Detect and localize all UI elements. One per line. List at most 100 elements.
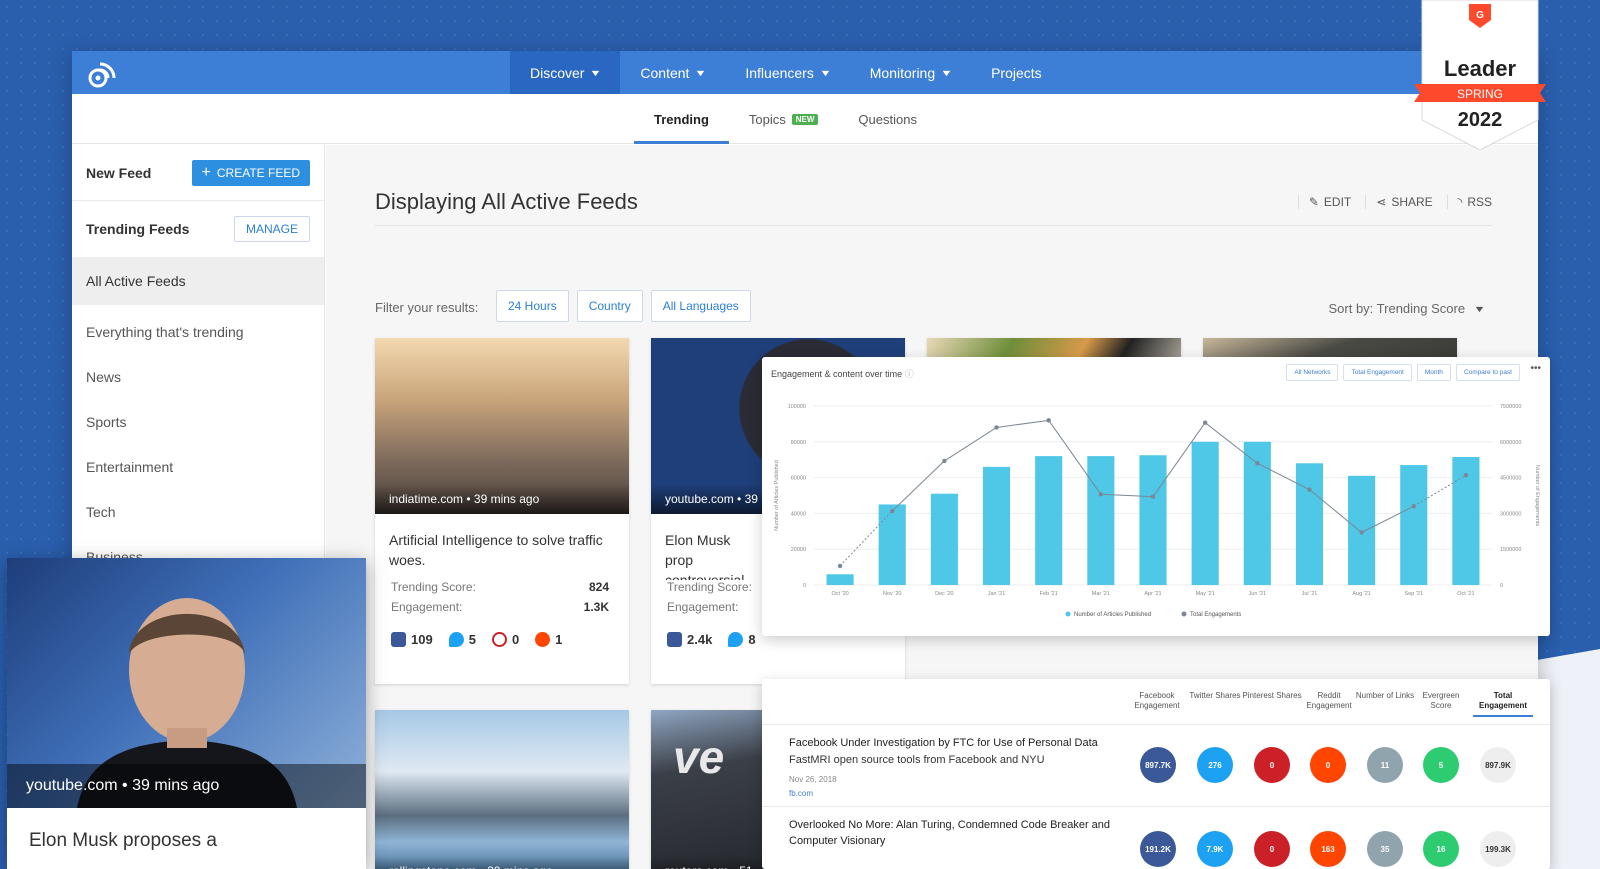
- x-tick-label: Oct '21: [1457, 591, 1474, 597]
- y2-tick-label: 4500000: [1500, 476, 1521, 482]
- sidebar-item-everything-trending[interactable]: Everything that's trending: [72, 309, 324, 354]
- trending-feeds-label: Trending Feeds: [86, 221, 190, 237]
- pinterest-count: 0: [511, 632, 520, 647]
- engagement-chart: 0 20000 40000 60000 80000 100000 0 1500000 30000…: [774, 404, 1540, 618]
- trending-score-row: Trending Score: 824: [375, 580, 629, 600]
- filter-language-button[interactable]: All Languages: [650, 290, 751, 322]
- engagement-chart-panel: Engagement & content over time ⓘ All Net…: [762, 357, 1550, 636]
- x-tick-label: Oct '20: [831, 591, 848, 597]
- y-tick-label: 80000: [791, 440, 806, 446]
- chevron-down-icon: ▼: [1473, 303, 1486, 314]
- nav-content[interactable]: Content ▼: [620, 51, 725, 94]
- page-actions: ✎ EDIT ⋖ SHARE ◝ RSS: [1297, 195, 1492, 209]
- sub-navigation: Trending Topics NEW Questions: [72, 94, 1538, 144]
- sidebar-item-tech[interactable]: Tech: [72, 489, 324, 534]
- table-row[interactable]: Overlooked No More: Alan Turing, Condemn…: [762, 806, 1550, 869]
- reddit-count: 1: [555, 632, 563, 647]
- x-tick-label: Aug '21: [1352, 591, 1370, 597]
- line-point: [1307, 487, 1312, 492]
- tab-questions[interactable]: Questions: [838, 94, 937, 144]
- reddit-engagement-value: 0: [1310, 747, 1346, 783]
- header-total-engagement[interactable]: Total Engagement: [1473, 691, 1533, 717]
- x-tick-label: Jun '21: [1249, 591, 1267, 597]
- y2-tick-label: 3000000: [1500, 511, 1521, 517]
- nav-projects[interactable]: Projects: [971, 51, 1062, 94]
- y2-tick-label: 1500000: [1500, 547, 1521, 553]
- header-evergreen-score[interactable]: Evergreen Score: [1411, 691, 1471, 711]
- create-feed-button[interactable]: + CREATE FEED: [191, 159, 310, 186]
- line-point: [994, 425, 999, 430]
- share-button[interactable]: ⋖ SHARE: [1365, 195, 1433, 209]
- create-feed-label: CREATE FEED: [216, 165, 300, 180]
- facebook-icon: [667, 632, 682, 647]
- evergreen-value: 16: [1423, 831, 1459, 867]
- header-reddit-engagement[interactable]: Reddit Engagement: [1299, 691, 1359, 711]
- reddit-engagement-value: 163: [1310, 831, 1346, 867]
- tab-trending[interactable]: Trending: [634, 94, 729, 144]
- social-counts: 109 5 0 1: [375, 620, 629, 659]
- evergreen-value: 5: [1423, 747, 1459, 783]
- line-point: [1150, 494, 1156, 499]
- card-title[interactable]: Artificial Intelligence to solve traffic…: [375, 514, 629, 580]
- row-title[interactable]: Overlooked No More: Alan Turing, Condemn…: [789, 817, 1119, 849]
- tab-topics[interactable]: Topics NEW: [729, 94, 839, 144]
- line-point: [1463, 473, 1469, 478]
- row-title[interactable]: Facebook Under Investigation by FTC for …: [789, 735, 1119, 751]
- main-nav: Discover ▼ Content ▼ Influencers ▼ Monitori…: [510, 51, 1062, 94]
- card-title[interactable]: Elon Musk prop controversial pl spacefli…: [651, 514, 771, 580]
- table-row[interactable]: Facebook Under Investigation by FTC for …: [762, 724, 1550, 806]
- card-title[interactable]: Elon Musk proposes a: [29, 830, 217, 852]
- manage-button[interactable]: MANAGE: [233, 216, 310, 242]
- sidebar-item-sports[interactable]: Sports: [72, 399, 324, 444]
- sidebar-item-all-active-feeds[interactable]: All Active Feeds: [72, 257, 324, 305]
- feed-card[interactable]: rollingstone.com • 39 mins ago: [375, 710, 629, 869]
- facebook-icon: [391, 632, 406, 647]
- rss-logo-icon[interactable]: [86, 58, 118, 88]
- rss-button[interactable]: ◝ RSS: [1446, 195, 1492, 209]
- links-value: 35: [1367, 831, 1403, 867]
- y-tick-label: 60000: [791, 476, 806, 482]
- sort-dropdown[interactable]: Sort by: Trending Score ▼: [1328, 301, 1486, 316]
- twitter-shares-value: 276: [1197, 747, 1233, 783]
- chart-bar: [1035, 456, 1063, 585]
- header-facebook-engagement[interactable]: Facebook Engagement: [1127, 691, 1187, 711]
- facebook-count: 109: [411, 632, 433, 647]
- row-link[interactable]: fb.com: [789, 789, 813, 798]
- x-tick-label: Mar '21: [1092, 591, 1110, 597]
- card-source: youtube.com • 39 mins ago: [7, 764, 366, 808]
- line-point: [1359, 530, 1364, 535]
- line-point: [1098, 492, 1104, 497]
- trending-feeds-row: Trending Feeds MANAGE: [72, 201, 324, 257]
- twitter-icon: [728, 632, 744, 647]
- edit-button[interactable]: ✎ EDIT: [1297, 195, 1351, 209]
- pencil-icon: ✎: [1308, 195, 1319, 209]
- feed-card[interactable]: indiatime.com • 39 mins ago Artificial I…: [375, 338, 629, 684]
- nav-monitoring[interactable]: Monitoring ▼: [850, 51, 971, 94]
- line-point: [1255, 461, 1260, 466]
- twitter-count: 8: [748, 632, 756, 647]
- featured-video-card[interactable]: youtube.com • 39 mins ago Elon Musk prop…: [7, 558, 366, 869]
- x-tick-label: Apr '21: [1144, 591, 1161, 597]
- header-number-of-links[interactable]: Number of Links: [1355, 691, 1415, 701]
- row-subtitle: FastMRI open source tools from Facebook …: [789, 754, 1045, 766]
- sidebar-item-entertainment[interactable]: Entertainment: [72, 444, 324, 489]
- row-date: Nov 26, 2018: [789, 775, 837, 784]
- nav-influencers[interactable]: Influencers ▼: [725, 51, 849, 94]
- line-point: [1202, 420, 1208, 425]
- sort-label: Sort by: Trending Score: [1328, 301, 1466, 316]
- new-feed-row: New Feed + CREATE FEED: [72, 145, 324, 201]
- chart-bar: [982, 466, 1011, 585]
- badge-line-2: SPRING: [1457, 87, 1503, 101]
- share-label: SHARE: [1391, 195, 1433, 209]
- legend-label: Number of Articles Published: [1074, 612, 1151, 618]
- header-twitter-shares[interactable]: Twitter Shares: [1185, 691, 1245, 701]
- sidebar-item-news[interactable]: News: [72, 354, 324, 399]
- y-tick-label: 0: [803, 583, 806, 589]
- nav-discover[interactable]: Discover ▼: [510, 51, 621, 94]
- header-pinterest-shares[interactable]: Pinterest Shares: [1242, 691, 1302, 701]
- x-tick-label: May '21: [1196, 591, 1215, 597]
- filter-country-button[interactable]: Country: [576, 290, 643, 322]
- line-point: [890, 508, 895, 514]
- filter-time-button[interactable]: 24 Hours: [496, 290, 569, 322]
- chart-bar: [826, 574, 854, 585]
